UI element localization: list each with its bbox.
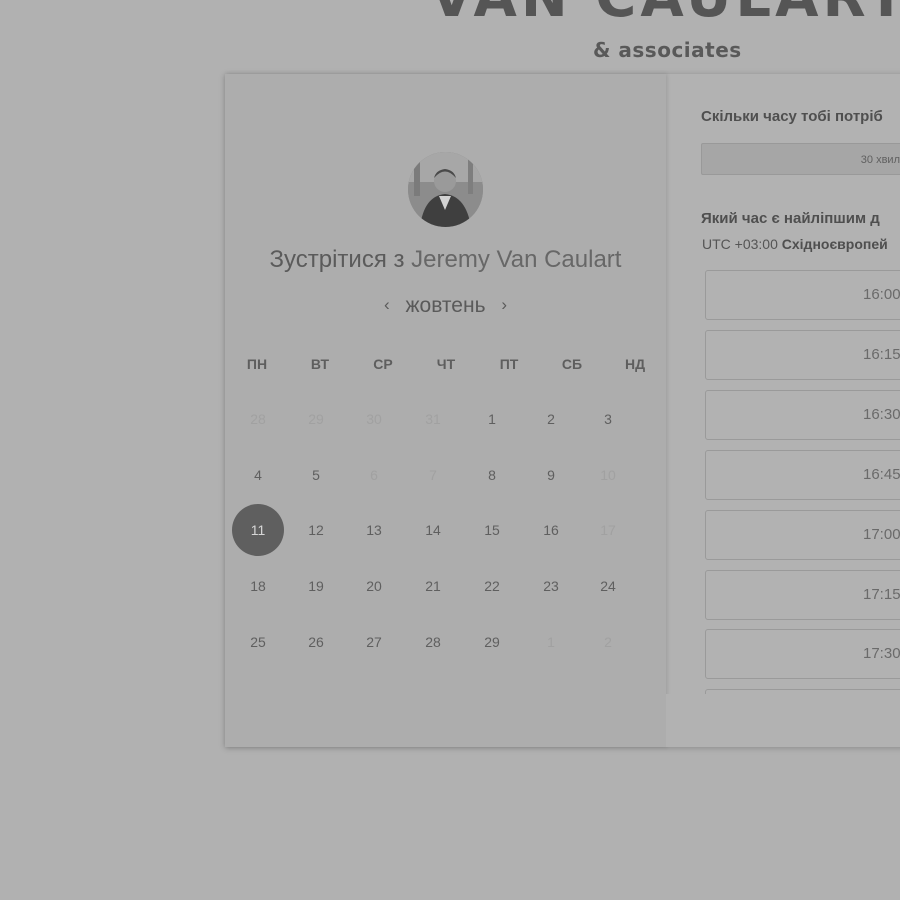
calendar-day-disabled: 30 bbox=[366, 411, 382, 427]
calendar-day[interactable]: 25 bbox=[232, 616, 284, 668]
calendar-day-disabled: 7 bbox=[429, 467, 437, 483]
calendar-day[interactable]: 9 bbox=[525, 449, 577, 501]
time-slot-button[interactable]: 16:45 bbox=[705, 450, 900, 500]
time-slot-button[interactable]: 16:30 bbox=[705, 390, 900, 440]
month-label: жовтень bbox=[405, 294, 486, 317]
chevron-right-icon[interactable]: › bbox=[491, 295, 517, 315]
calendar-day[interactable]: 29 bbox=[466, 616, 518, 668]
weekday-label: СР bbox=[373, 356, 393, 372]
calendar-day[interactable]: 4 bbox=[232, 449, 284, 501]
brand-tagline: & associates bbox=[593, 38, 742, 62]
calendar-day-disabled: 31 bbox=[425, 411, 441, 427]
host-name: Jeremy Van Caulart bbox=[411, 246, 622, 273]
timezone-name: Східноєвропей bbox=[781, 236, 888, 252]
time-slot-button[interactable]: 17:15 bbox=[705, 570, 900, 620]
duration-question: Скільки часу тобі потріб bbox=[701, 108, 883, 125]
weekday-label: НД bbox=[624, 356, 646, 372]
calendar-day[interactable]: 20 bbox=[348, 560, 400, 612]
calendar-day-disabled: 17 bbox=[600, 522, 616, 538]
calendar-day-disabled: 28 bbox=[250, 411, 266, 427]
weekday-label: ПТ bbox=[499, 356, 519, 372]
calendar-day-disabled: 1 bbox=[547, 634, 555, 650]
time-slot-button[interactable]: 17:30 bbox=[705, 629, 900, 679]
slot-list-clip bbox=[666, 694, 900, 747]
calendar-day[interactable]: 23 bbox=[525, 560, 577, 612]
calendar-day[interactable]: 18 bbox=[232, 560, 284, 612]
timezone-selector[interactable]: UTC +03:00 Східноєвропей bbox=[702, 236, 888, 252]
calendar-day-selected[interactable]: 11 bbox=[232, 504, 284, 556]
time-slot-button[interactable]: 16:15 bbox=[705, 330, 900, 380]
weekday-label: СБ bbox=[561, 356, 583, 372]
time-slot-button[interactable]: 16:00 bbox=[705, 270, 900, 320]
calendar-day[interactable]: 16 bbox=[525, 504, 577, 556]
calendar-day[interactable]: 1 bbox=[466, 393, 518, 445]
weekday-label: ПН bbox=[246, 356, 268, 372]
calendar-day[interactable]: 5 bbox=[290, 449, 342, 501]
time-question: Який час є найліпшим д bbox=[701, 210, 880, 227]
month-navigation: ‹ жовтень › bbox=[225, 294, 666, 318]
chevron-left-icon[interactable]: ‹ bbox=[374, 295, 400, 315]
calendar-day-disabled: 29 bbox=[308, 411, 324, 427]
calendar-day-disabled: 6 bbox=[370, 467, 378, 483]
meet-title: Зустрітися з Jeremy Van Caulart bbox=[225, 246, 666, 274]
calendar-day[interactable]: 26 bbox=[290, 616, 342, 668]
duration-select[interactable]: 30 хвил bbox=[701, 143, 900, 175]
calendar-day[interactable]: 24 bbox=[582, 560, 634, 612]
calendar-day[interactable]: 12 bbox=[290, 504, 342, 556]
time-slot-button[interactable]: 17:00 bbox=[705, 510, 900, 560]
weekday-label: ЧТ bbox=[436, 356, 456, 372]
host-photo bbox=[408, 152, 483, 227]
brand-logo: VAN CAULART bbox=[430, 0, 900, 26]
calendar-day[interactable]: 27 bbox=[348, 616, 400, 668]
meet-title-prefix: Зустрітися з bbox=[269, 246, 405, 273]
calendar-day[interactable]: 15 bbox=[466, 504, 518, 556]
calendar-day[interactable]: 13 bbox=[348, 504, 400, 556]
calendar-day[interactable]: 14 bbox=[407, 504, 459, 556]
timezone-offset: UTC +03:00 bbox=[702, 236, 778, 252]
calendar-day-disabled: 2 bbox=[604, 634, 612, 650]
calendar-day[interactable]: 2 bbox=[525, 393, 577, 445]
calendar-day[interactable]: 28 bbox=[407, 616, 459, 668]
calendar-day[interactable]: 3 bbox=[582, 393, 634, 445]
calendar-day[interactable]: 19 bbox=[290, 560, 342, 612]
weekday-label: ВТ bbox=[310, 356, 330, 372]
calendar-day[interactable]: 21 bbox=[407, 560, 459, 612]
calendar-day-disabled: 10 bbox=[600, 467, 616, 483]
host-avatar bbox=[408, 152, 483, 227]
calendar-day[interactable]: 8 bbox=[466, 449, 518, 501]
calendar-day[interactable]: 22 bbox=[466, 560, 518, 612]
